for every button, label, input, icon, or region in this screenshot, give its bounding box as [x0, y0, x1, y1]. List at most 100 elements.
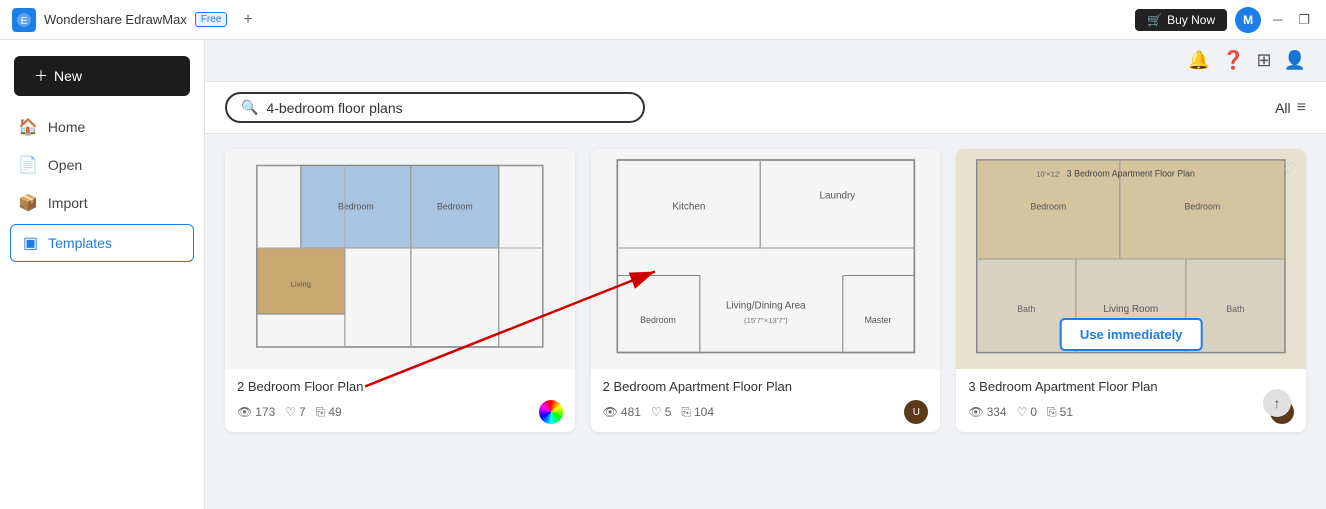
avatar-2: U	[904, 400, 928, 424]
eye-icon: 👁	[237, 405, 252, 419]
card-3[interactable]: Bedroom Bedroom Living Room Bath Bath 10…	[956, 149, 1306, 432]
minimize-button[interactable]: ─	[1269, 12, 1286, 27]
buy-now-label: Buy Now	[1167, 13, 1215, 27]
card-2-avatar: U	[904, 400, 928, 424]
likes-stat-2: ♡ 5	[651, 405, 671, 419]
card-2-image: Kitchen Laundry Living/Dining Area (15'7…	[591, 149, 941, 369]
views-count-2: 481	[621, 405, 641, 419]
content-area: 🔔 ❓ ⊞ 👤 🔍 All ≡	[205, 40, 1326, 509]
search-bar: 🔍 All ≡	[205, 82, 1326, 134]
likes-stat: ♡ 7	[285, 405, 305, 419]
svg-text:Bedroom: Bedroom	[1031, 202, 1067, 212]
sidebar-import-label: Import	[48, 195, 88, 211]
grid-icon[interactable]: ⊞	[1256, 50, 1271, 71]
search-icon: 🔍	[241, 99, 258, 116]
open-icon: 📄	[18, 155, 38, 175]
svg-text:Bath: Bath	[1227, 304, 1245, 314]
svg-text:Laundry: Laundry	[819, 191, 855, 202]
restore-button[interactable]: ❐	[1294, 12, 1314, 28]
card-3-body: 3 Bedroom Apartment Floor Plan 👁 334 ♡ 0	[956, 369, 1306, 432]
svg-text:Master: Master	[864, 315, 891, 325]
templates-icon: ▣	[23, 233, 38, 253]
copy-icon: ⎘	[316, 405, 326, 420]
card-2-stats: 👁 481 ♡ 5 ⎘ 104	[603, 400, 929, 424]
svg-text:Living/Dining Area: Living/Dining Area	[726, 301, 806, 312]
svg-text:Living: Living	[291, 280, 311, 289]
svg-text:3 Bedroom Apartment Floor Plan: 3 Bedroom Apartment Floor Plan	[1067, 169, 1195, 179]
heart-icon-2: ♡	[651, 405, 662, 419]
use-immediately-button[interactable]: Use immediately	[1060, 318, 1203, 351]
free-badge: Free	[195, 12, 228, 27]
top-bar: 🔔 ❓ ⊞ 👤	[205, 40, 1326, 82]
bell-icon[interactable]: 🔔	[1188, 50, 1210, 71]
color-dot	[539, 400, 563, 424]
cards-area: Bedroom Bedroom Living 2 Bedroom Floor P…	[205, 134, 1326, 509]
filter-icon[interactable]: ≡	[1297, 99, 1306, 117]
card-2-body: 2 Bedroom Apartment Floor Plan 👁 481 ♡ 5	[591, 369, 941, 432]
sidebar-item-templates[interactable]: ▣ Templates	[10, 224, 194, 262]
heart-stat-icon: ♡	[285, 405, 296, 419]
likes-count-3: 0	[1030, 405, 1037, 419]
views-stat: 👁 173	[237, 405, 275, 419]
sidebar-item-home[interactable]: 🏠 Home	[0, 108, 204, 146]
svg-text:10'×12': 10'×12'	[1036, 170, 1061, 179]
sidebar-home-label: Home	[48, 119, 85, 135]
new-button[interactable]: ＋ New	[14, 56, 190, 96]
sidebar-open-label: Open	[48, 157, 82, 173]
plus-icon: ＋	[34, 66, 48, 86]
cards-grid: Bedroom Bedroom Living 2 Bedroom Floor P…	[225, 149, 1306, 432]
filter-label: All	[1275, 100, 1291, 116]
user-avatar[interactable]: M	[1235, 7, 1261, 33]
import-icon: 📦	[18, 193, 38, 213]
main-layout: ＋ New 🏠 Home 📄 Open 📦 Import ▣ Templates…	[0, 40, 1326, 509]
copies-count-2: 104	[694, 405, 714, 419]
eye-icon-3: 👁	[968, 405, 983, 419]
svg-text:Bedroom: Bedroom	[437, 202, 473, 212]
title-bar-left: E Wondershare EdrawMax Free +	[12, 8, 253, 32]
help-icon[interactable]: ❓	[1222, 50, 1244, 71]
likes-count: 7	[299, 405, 306, 419]
card-2[interactable]: Kitchen Laundry Living/Dining Area (15'7…	[591, 149, 941, 432]
likes-stat-3: ♡ 0	[1017, 405, 1037, 419]
wishlist-heart-icon[interactable]: ♡	[1282, 159, 1296, 179]
svg-text:Living Room: Living Room	[1104, 304, 1159, 315]
search-input[interactable]	[266, 100, 629, 116]
scroll-top-button[interactable]: ↑	[1263, 389, 1291, 417]
copies-stat-3: ⎘ 51	[1047, 405, 1073, 420]
svg-text:E: E	[21, 16, 28, 27]
card-3-image: Bedroom Bedroom Living Room Bath Bath 10…	[956, 149, 1306, 369]
views-count: 173	[255, 405, 275, 419]
card-1[interactable]: Bedroom Bedroom Living 2 Bedroom Floor P…	[225, 149, 575, 432]
card-1-avatar	[539, 400, 563, 424]
title-bar: E Wondershare EdrawMax Free + 🛒 Buy Now …	[0, 0, 1326, 40]
user-settings-icon[interactable]: 👤	[1284, 50, 1306, 71]
sidebar-templates-label: Templates	[48, 235, 112, 251]
home-icon: 🏠	[18, 117, 38, 137]
copies-stat-2: ⎘ 104	[681, 405, 714, 420]
sidebar-item-import[interactable]: 📦 Import	[0, 184, 204, 222]
svg-text:Bedroom: Bedroom	[1185, 202, 1221, 212]
card-3-title: 3 Bedroom Apartment Floor Plan	[968, 379, 1294, 394]
views-stat-2: 👁 481	[603, 405, 641, 419]
card-1-title: 2 Bedroom Floor Plan	[237, 379, 563, 394]
card-2-title: 2 Bedroom Apartment Floor Plan	[603, 379, 929, 394]
sidebar: ＋ New 🏠 Home 📄 Open 📦 Import ▣ Templates	[0, 40, 205, 509]
search-wrapper: 🔍	[225, 92, 645, 123]
add-tab-button[interactable]: +	[243, 11, 252, 29]
sidebar-item-open[interactable]: 📄 Open	[0, 146, 204, 184]
eye-icon-2: 👁	[603, 405, 618, 419]
app-logo: E	[12, 8, 36, 32]
likes-count-2: 5	[665, 405, 672, 419]
title-bar-right: 🛒 Buy Now M ─ ❐	[1135, 7, 1314, 33]
app-name: Wondershare EdrawMax	[44, 12, 187, 27]
svg-text:Bedroom: Bedroom	[640, 315, 676, 325]
svg-text:(15'7"×13'7"): (15'7"×13'7")	[744, 316, 788, 325]
svg-text:Bedroom: Bedroom	[338, 202, 374, 212]
cart-icon: 🛒	[1147, 13, 1162, 27]
buy-now-button[interactable]: 🛒 Buy Now	[1135, 9, 1227, 31]
filter-row: All ≡	[1275, 99, 1306, 117]
card-1-image: Bedroom Bedroom Living	[225, 149, 575, 369]
card-3-stats: 👁 334 ♡ 0 ⎘ 51	[968, 400, 1294, 424]
copies-stat: ⎘ 49	[316, 405, 342, 420]
svg-text:Kitchen: Kitchen	[672, 202, 705, 213]
